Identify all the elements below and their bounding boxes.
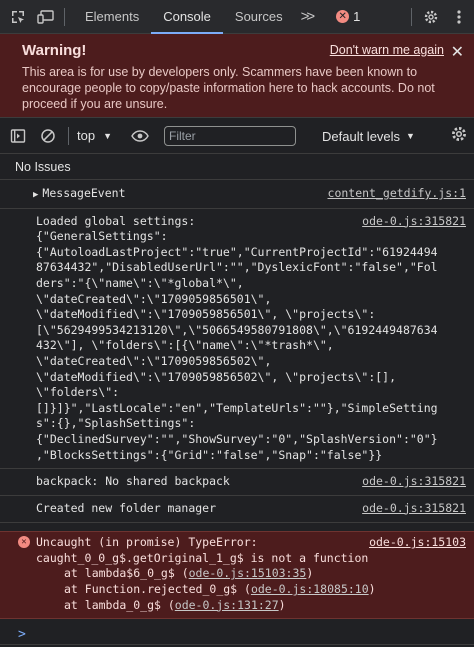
source-link[interactable]: content_getdify.js:1 [328,186,466,200]
error-icon: ✕ [336,10,350,23]
more-options-icon[interactable] [448,6,470,28]
stack-frame: at lambda_0_g$ (ode-0.js:131:27) [64,597,286,612]
log-line: [\"5629499534213120\",\"5066549580791808… [36,322,438,337]
tab-sources[interactable]: Sources [223,0,295,34]
error-count-value: 1 [353,9,361,24]
stack-frame: at Function.rejected_0_g$ (ode-0.js:1808… [64,582,376,597]
sidebar-toggle-icon[interactable] [8,126,28,146]
tab-elements[interactable]: Elements [73,0,151,34]
console-prompt[interactable]: > [0,619,474,642]
warning-text: This area is for use by developers only.… [22,65,435,111]
stack-link[interactable]: ode-0.js:15103:35 [189,566,307,580]
log-line: []}]}","LastLocale":"en","TemplateUrls":… [36,400,438,415]
source-link[interactable]: ode-0.js:315821 [362,474,466,488]
error-counter[interactable]: ✕ 1 [336,9,360,24]
log-line: 87634432","DisabledUserUrl":"","Dyslexic… [36,260,438,275]
log-line: {"DeclinedSurvey":"","ShowSurvey":"0","S… [36,431,438,446]
console-toolbar: top ▼ Default levels ▼ [0,118,474,154]
devtools-tabbar: Elements Console Sources >> ✕ 1 [0,0,474,34]
inspect-element-icon[interactable] [8,7,28,27]
log-line: \"folders\": [36,385,120,400]
tabbar-right-icons [411,0,470,34]
stack-frame: at lambda$6_0_g$ (ode-0.js:15103:35) [64,566,314,581]
dont-warn-link[interactable]: Don't warn me again [330,43,444,57]
prompt-chevron-icon: > [18,627,26,643]
error-icon: ✕ [18,536,30,549]
more-tabs-button[interactable]: >> [295,8,319,25]
context-selector[interactable]: top ▼ [77,128,112,143]
console-messages: ▶ MessageEvent content_getdify.js:1 ode-0… [0,180,474,642]
log-line: ders":"{\"name\":\"*global*\", [36,275,244,290]
log-line: \"dateCreated\":\"1709059856501\", [36,291,272,306]
source-link[interactable]: ode-0.js:315821 [362,214,466,228]
error-message: ✕ ode-0.js:15103 Uncaught (in promise) T… [0,531,474,620]
console-message: backpack: No shared backpack ode-0.js:31… [0,469,474,496]
log-line: {"GeneralSettings": [36,229,168,244]
bottom-divider [0,644,474,645]
stack-link[interactable]: ode-0.js:131:27 [175,598,279,612]
log-line: ,"BlocksSettings":{"Grid":"false","Snap"… [36,447,383,462]
toolbar-divider [68,126,69,145]
log-line: 432\"], \"folders\":[{\"name\":\"*trash*… [36,338,334,353]
clear-console-icon[interactable] [38,126,58,146]
issues-status[interactable]: No Issues [0,154,474,180]
stack-link[interactable]: ode-0.js:18085:10 [251,582,369,596]
device-toolbar-icon[interactable] [36,7,56,27]
error-line: caught_0_0_g$.getOriginal_1_g$ is not a … [36,550,369,565]
dropdown-arrow-icon: ▼ [406,131,415,141]
toolbar-divider [64,7,65,26]
source-link[interactable]: ode-0.js:15103 [369,535,466,549]
log-line: \"dateCreated\":\"1709059856502\", [36,353,272,368]
log-line: \"dateModified\":\"1709059856502\", \"pr… [36,369,397,384]
source-link[interactable]: ode-0.js:315821 [362,501,466,515]
log-line: s":{},"SplashSettings": [36,416,196,431]
log-line: {"AutoloadLastProject":"true","CurrentPr… [36,244,438,259]
filter-input[interactable] [164,125,296,146]
settings-gear-icon[interactable] [420,6,442,28]
console-settings-gear-icon[interactable] [450,125,468,148]
close-icon[interactable]: ✕ [451,42,464,62]
toolbar-divider [411,8,412,26]
tab-console[interactable]: Console [151,0,223,34]
dropdown-arrow-icon: ▼ [103,130,112,141]
log-line: \"dateModified\":\"1709059856501\", \"pr… [36,307,376,322]
self-xss-warning-banner: Warning! This area is for use by develop… [0,34,474,118]
log-levels-label: Default levels [322,128,401,144]
context-label: top [77,128,96,143]
live-expression-eye-icon[interactable] [130,126,150,146]
console-message: Created new folder manager ode-0.js:3158… [0,496,474,524]
expand-caret-icon[interactable]: ▶ [33,188,38,204]
log-levels-dropdown[interactable]: Default levels ▼ [322,118,415,154]
console-message: ode-0.js:315821 Loaded global settings: … [0,209,474,470]
console-message: ▶ MessageEvent content_getdify.js:1 [0,180,474,209]
